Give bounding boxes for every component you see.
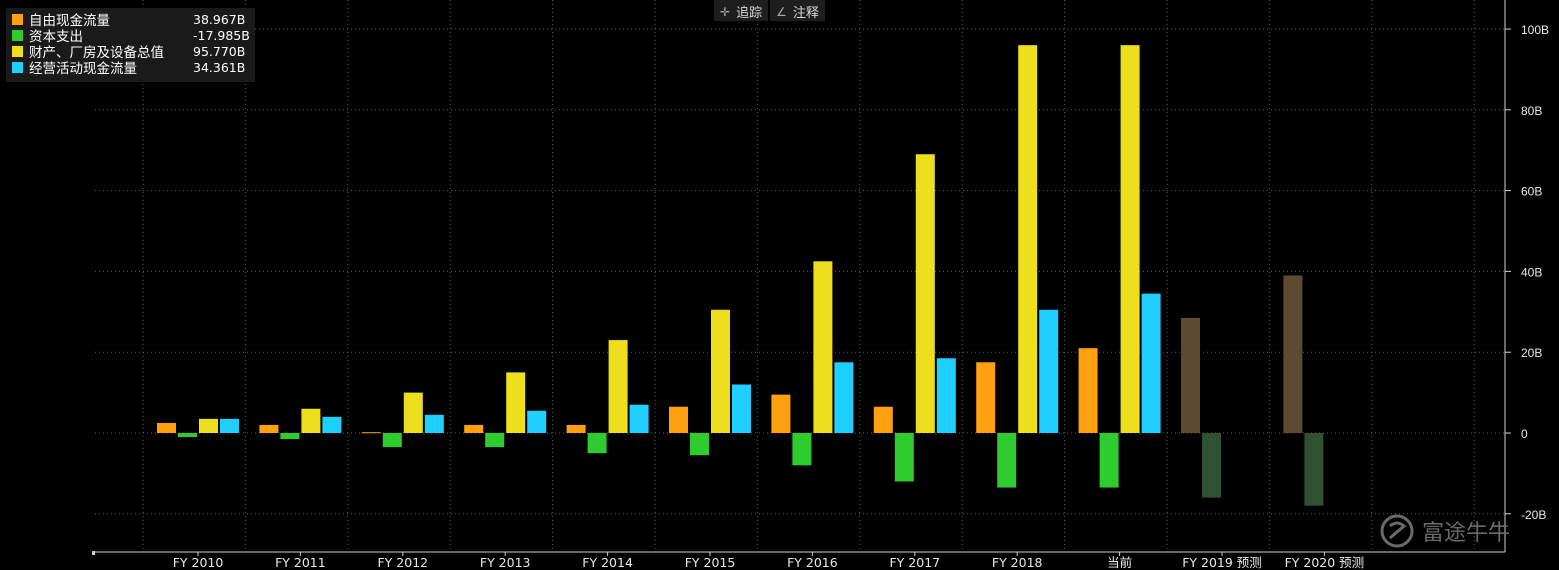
legend-swatch bbox=[12, 29, 23, 41]
bar bbox=[1283, 275, 1303, 433]
bar bbox=[322, 416, 342, 433]
x-tick-label: FY 2012 bbox=[377, 555, 428, 570]
legend-swatch bbox=[12, 61, 23, 73]
axis-origin-marker bbox=[92, 551, 95, 555]
x-tick-label: FY 2010 bbox=[173, 555, 224, 570]
bar bbox=[608, 340, 628, 433]
bar bbox=[361, 432, 381, 434]
x-tick-label: FY 2020 预测 bbox=[1285, 555, 1365, 570]
y-tick-label: 100B bbox=[1521, 23, 1549, 37]
y-tick-label: 0 bbox=[1521, 427, 1528, 441]
bar bbox=[711, 309, 730, 433]
bar bbox=[690, 433, 709, 456]
x-tick-label: FY 2011 bbox=[275, 555, 326, 570]
y-tick-label: 80B bbox=[1521, 104, 1542, 118]
legend-item[interactable]: 经营活动现金流量 34.361B bbox=[12, 59, 255, 77]
annotate-button[interactable]: ∠ 注释 bbox=[770, 0, 825, 21]
x-tick-label: FY 2018 bbox=[992, 555, 1043, 570]
legend: 自由现金流量 38.967B 资本支出 -17.985B 财产、厂房及设备总值 … bbox=[6, 8, 255, 82]
bar bbox=[506, 372, 526, 433]
x-tick-label: FY 2017 bbox=[889, 555, 940, 570]
bar bbox=[1304, 433, 1324, 506]
bar bbox=[629, 404, 649, 433]
x-tick-label: FY 2019 预测 bbox=[1182, 555, 1262, 570]
bar bbox=[157, 422, 176, 433]
legend-swatch bbox=[12, 13, 23, 25]
bar bbox=[915, 154, 935, 434]
y-tick-label: -20B bbox=[1521, 508, 1546, 522]
bar bbox=[566, 424, 586, 433]
bar bbox=[485, 433, 505, 448]
bar bbox=[669, 406, 688, 433]
watermark-text: 富途牛牛 bbox=[1422, 521, 1511, 546]
bar bbox=[834, 362, 854, 433]
legend-swatch bbox=[12, 45, 23, 57]
pencil-icon: ∠ bbox=[776, 4, 787, 19]
bar bbox=[280, 433, 300, 440]
chart-toolbar: ✛ 追踪 ∠ 注释 bbox=[714, 0, 827, 21]
x-tick-label: FY 2015 bbox=[685, 555, 736, 570]
bar bbox=[527, 410, 547, 433]
legend-value: -17.985B bbox=[193, 27, 250, 43]
legend-value: 38.967B bbox=[193, 11, 246, 27]
y-tick-label: 20B bbox=[1521, 346, 1542, 360]
bar bbox=[199, 418, 218, 433]
bar bbox=[771, 394, 791, 433]
bar bbox=[997, 433, 1017, 488]
legend-value: 95.770B bbox=[193, 43, 246, 59]
legend-label: 经营活动现金流量 bbox=[29, 61, 137, 77]
bar bbox=[1202, 433, 1221, 498]
crosshair-icon: ✛ bbox=[720, 4, 731, 19]
x-tick-label: 当前 bbox=[1107, 555, 1132, 570]
chart-area: -20B 0 20B 40B 60B 80B 100B FY 2010 FY 2011 FY 20… bbox=[92, 0, 1549, 570]
y-tick-label: 40B bbox=[1521, 265, 1542, 279]
legend-value: 34.361B bbox=[193, 59, 246, 75]
bar bbox=[894, 433, 914, 482]
track-button[interactable]: ✛ 追踪 bbox=[714, 0, 769, 21]
bar bbox=[813, 261, 833, 433]
bar bbox=[792, 433, 812, 466]
bar bbox=[732, 384, 751, 433]
watermark: 富途牛牛 bbox=[1380, 514, 1510, 548]
annotate-button-label: 注释 bbox=[792, 6, 819, 21]
bar bbox=[587, 433, 607, 454]
futu-logo-icon bbox=[1380, 514, 1414, 548]
bar bbox=[1181, 317, 1200, 433]
x-tick-label: FY 2016 bbox=[787, 555, 838, 570]
y-tick-label: 60B bbox=[1521, 185, 1542, 199]
x-tick-label: FY 2013 bbox=[480, 555, 531, 570]
bar bbox=[259, 424, 279, 433]
bar bbox=[873, 406, 893, 433]
bar bbox=[1141, 293, 1161, 433]
bar bbox=[301, 408, 321, 433]
track-button-label: 追踪 bbox=[736, 6, 763, 21]
bar bbox=[1039, 309, 1059, 433]
bar bbox=[178, 433, 197, 438]
bar bbox=[936, 358, 956, 433]
bar bbox=[1018, 45, 1038, 433]
bar bbox=[1078, 348, 1098, 433]
bar bbox=[1099, 433, 1119, 488]
bar bbox=[424, 414, 444, 433]
bar bbox=[976, 362, 996, 433]
x-tick-label: FY 2014 bbox=[582, 555, 633, 570]
bar bbox=[382, 433, 402, 448]
bar bbox=[220, 418, 239, 433]
bar bbox=[403, 392, 423, 433]
bar bbox=[464, 424, 484, 433]
bar bbox=[1120, 45, 1140, 433]
